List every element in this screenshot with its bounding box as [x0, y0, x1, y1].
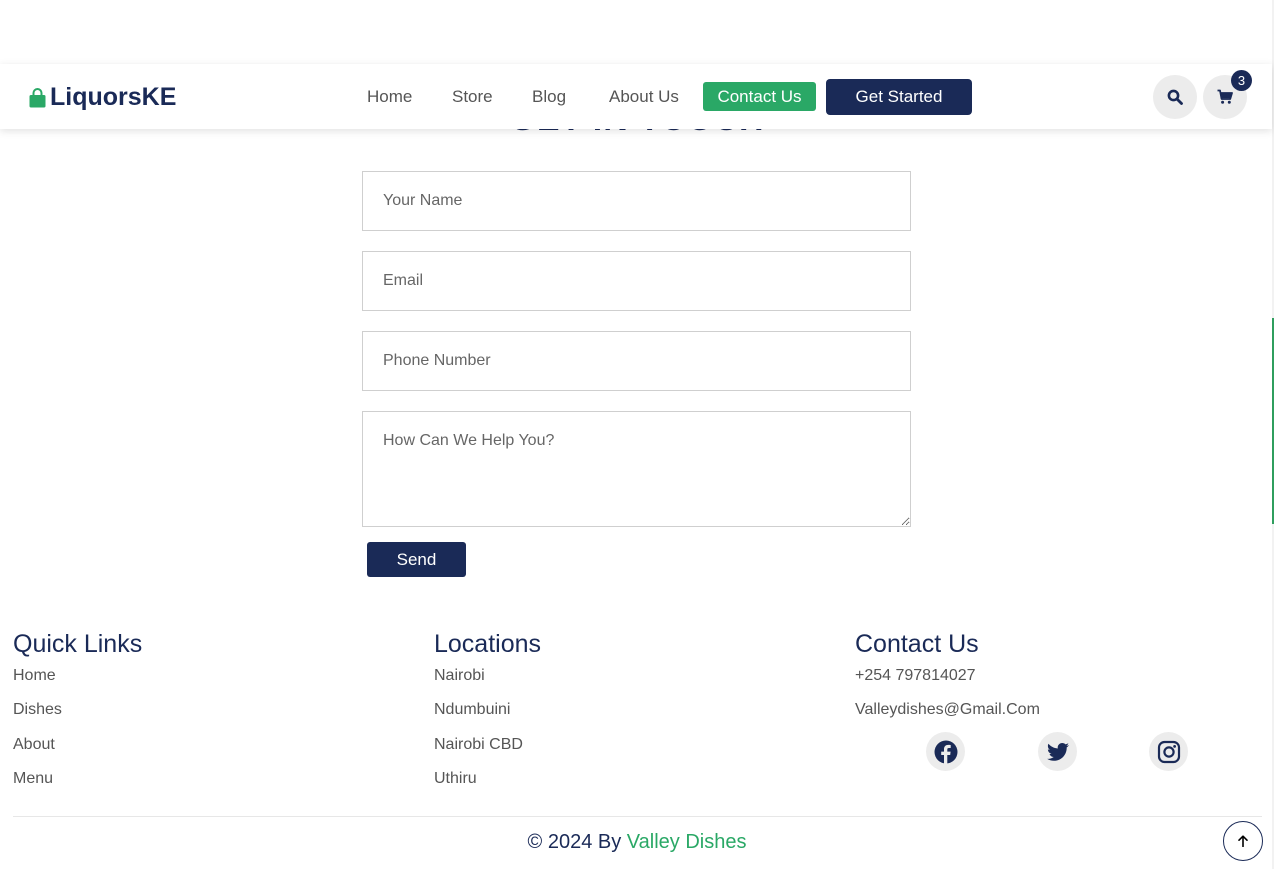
footer-contact: Contact Us +254 797814027 Valleydishes@G…: [855, 630, 1255, 736]
locations-title: Locations: [434, 630, 542, 658]
phone-input[interactable]: [362, 331, 911, 391]
brand-name: LiquorsKE: [50, 83, 177, 111]
footer-quick-links: Quick Links Home Dishes About Menu: [13, 630, 413, 804]
location-uthiru[interactable]: Uthiru: [434, 770, 834, 804]
footer-link-about[interactable]: About: [13, 736, 413, 770]
send-button[interactable]: Send: [367, 542, 466, 577]
nav-about-us[interactable]: About Us: [609, 87, 679, 107]
facebook-icon: [934, 740, 957, 764]
location-ndumbuini[interactable]: Ndumbuini: [434, 701, 834, 735]
search-icon: [1167, 89, 1183, 105]
nav-store[interactable]: Store: [452, 87, 493, 107]
footer-locations: Locations Nairobi Ndumbuini Nairobi CBD …: [434, 630, 834, 804]
nav-contact-us-button[interactable]: Contact Us: [703, 82, 816, 111]
name-input[interactable]: [362, 171, 911, 231]
navbar: LiquorsKE Home Store Blog About Us Conta…: [0, 64, 1272, 129]
get-started-button[interactable]: Get Started: [826, 79, 972, 115]
copyright-brand-link[interactable]: Valley Dishes: [627, 831, 747, 853]
back-to-top-button[interactable]: [1223, 821, 1263, 861]
brand-logo[interactable]: LiquorsKE: [29, 83, 176, 112]
copyright-prefix: © 2024 By: [527, 831, 627, 853]
nav-blog[interactable]: Blog: [532, 87, 566, 107]
facebook-button[interactable]: [926, 732, 965, 771]
location-nairobi-cbd[interactable]: Nairobi CBD: [434, 736, 834, 770]
email-input[interactable]: [362, 251, 911, 311]
cart-icon: [1217, 89, 1233, 104]
arrow-up-icon: [1238, 835, 1248, 847]
contact-email[interactable]: Valleydishes@Gmail.Com: [855, 701, 1255, 735]
twitter-icon: [1046, 742, 1069, 761]
footer-link-menu[interactable]: Menu: [13, 770, 413, 804]
location-nairobi[interactable]: Nairobi: [434, 667, 834, 701]
instagram-icon: [1157, 740, 1180, 763]
nav-home[interactable]: Home: [367, 87, 412, 107]
copyright: © 2024 By Valley Dishes: [0, 831, 1274, 854]
instagram-button[interactable]: [1149, 732, 1188, 771]
quick-links-title: Quick Links: [13, 630, 143, 658]
cart-count-badge: 3: [1231, 70, 1252, 91]
twitter-button[interactable]: [1038, 732, 1077, 771]
message-textarea[interactable]: [362, 411, 911, 527]
contact-title: Contact Us: [855, 630, 979, 658]
footer-link-home[interactable]: Home: [13, 667, 413, 701]
search-button[interactable]: [1153, 75, 1197, 119]
footer-link-dishes[interactable]: Dishes: [13, 701, 413, 735]
shopping-bag-icon: [29, 87, 46, 107]
footer-divider: [13, 816, 1262, 817]
contact-phone[interactable]: +254 797814027: [855, 667, 1255, 701]
cart-button[interactable]: 3: [1203, 70, 1252, 119]
